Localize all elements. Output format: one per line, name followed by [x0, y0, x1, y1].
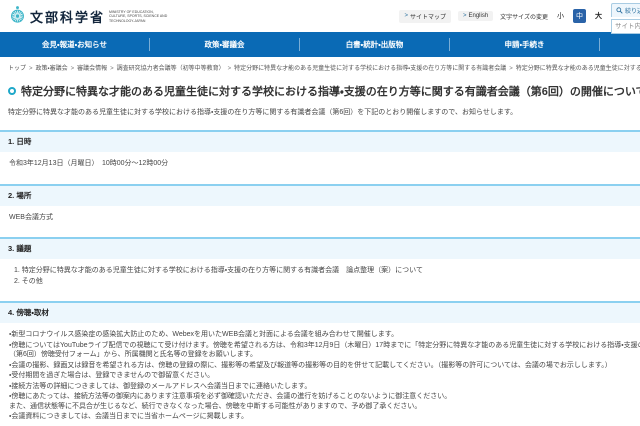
breadcrumb-link[interactable]: 特定分野に特異な才能のある児童生徒に対する学校における指導・支援の在り方等に関す…	[234, 66, 506, 72]
section-body: WEB会議方式	[0, 206, 640, 225]
advanced-search-label: 絞り込み検索	[625, 8, 640, 15]
section-text: 令和3年12月13日（月曜日） 10時00分～12時00分	[9, 160, 169, 167]
chevron-right-icon: >	[404, 13, 408, 19]
section: 4. 傍聴・取材・新型コロナウイルス感染症の感染拡大防止のため、Webexを用い…	[0, 301, 640, 424]
site-logo-link[interactable]: 文部科学省 MINISTRY OF EDUCATION, CULTURE, SP…	[9, 5, 171, 28]
site-search: 絞り込み検索	[611, 1, 640, 34]
sitemap-label: サイトマップ	[409, 14, 446, 21]
section: 1. 日時令和3年12月13日（月曜日） 10時00分～12時00分	[0, 130, 640, 171]
sitemap-link[interactable]: > サイトマップ	[399, 9, 451, 23]
section-text: ・受付期間を過ぎた場合は、登録できませんので御留意ください。	[9, 372, 215, 379]
page: 文部科学省 MINISTRY OF EDUCATION, CULTURE, SP…	[0, 0, 640, 426]
nav-separator	[599, 38, 600, 51]
title-bullet-icon	[8, 87, 16, 95]
breadcrumb-link[interactable]: 特定分野に特異な才能のある児童生徒に対する学校における指導・支援の在り方等に関す…	[516, 66, 640, 72]
section-text: ・接続方法等の詳細につきましては、御登録のメールアドレスへ会議当日までに連絡いた…	[9, 382, 312, 390]
breadcrumb-separator: >	[70, 66, 75, 72]
section-text: ・会議資料につきましては、会議当日までに当省ホームページに掲載します。	[9, 413, 248, 420]
section-text: ・傍聴についてはYouTubeライブ配信での視聴にて受け付けます。傍聴を希望され…	[9, 341, 640, 359]
page-title: 特定分野に特異な才能のある児童生徒に対する学校における指導・支援の在り方等に関す…	[8, 83, 640, 99]
section: 2. 場所 WEB会議方式	[0, 183, 640, 225]
page-viewport: 文部科学省 MINISTRY OF EDUCATION, CULTURE, SP…	[0, 0, 640, 426]
breadcrumb-separator: >	[509, 66, 513, 72]
logo-subtitle: MINISTRY OF EDUCATION, CULTURE, SPORTS, …	[109, 9, 168, 23]
section-text: 1. 特定分野に特異な才能のある児童生徒に対する学校における指導・支援の在り方等…	[14, 267, 423, 274]
intro-text: 特定分野に特異な才能のある児童生徒に対する学校における指導・支援の在り方等に関す…	[8, 109, 518, 116]
section-heading: 3. 議題	[0, 237, 640, 259]
font-size-large-button[interactable]: 大	[593, 10, 604, 22]
english-label: English	[468, 13, 489, 19]
main-nav: 会見・報道・お知らせ 政策・審議会 白書・統計・出版物 申請・手続き	[0, 32, 640, 57]
section-heading: 1. 日時	[0, 130, 640, 152]
font-size-label: 文字サイズの変更	[500, 14, 548, 21]
breadcrumb: トップ > 政策・審議会 > 審議会情報 > 調査研究協力者会議等（初等中等教育） > 特定分野…	[8, 63, 640, 72]
breadcrumb-link[interactable]: 調査研究協力者会議等（初等中等教育）	[117, 66, 225, 72]
section-text: WEB会議方式	[9, 213, 53, 221]
breadcrumb-link[interactable]: 審議会情報	[77, 66, 107, 72]
chevron-right-icon: >	[462, 13, 467, 19]
breadcrumb-separator: >	[110, 66, 114, 72]
search-input[interactable]	[611, 18, 640, 34]
search-icon	[616, 6, 623, 14]
mext-logo-icon	[9, 5, 26, 28]
advanced-search-tab[interactable]: 絞り込み検索	[611, 2, 640, 17]
nav-item[interactable]: 政策・審議会	[150, 39, 299, 50]
nav-item[interactable]: 会見・報道・お知らせ	[0, 39, 149, 50]
sections-container: 1. 日時令和3年12月13日（月曜日） 10時00分～12時00分 2. 場所 W…	[0, 130, 640, 424]
section-body: 令和3年12月13日（月曜日） 10時00分～12時00分	[0, 152, 640, 171]
section-heading: 4. 傍聴・取材	[0, 301, 640, 323]
font-size-small-button[interactable]: 小	[555, 10, 566, 22]
site-header: 文部科学省 MINISTRY OF EDUCATION, CULTURE, SP…	[0, 0, 640, 34]
nav-item[interactable]: 白書・統計・出版物	[300, 39, 449, 50]
section-text: ・傍聴にあたっては、接続方法等の御案内にあります注意事項を必ず御確認いただき、会…	[9, 393, 452, 410]
main-content: 特定分野に特異な才能のある児童生徒に対する学校における指導・支援の在り方等に関す…	[0, 83, 640, 426]
section-body: 1. 特定分野に特異な才能のある児童生徒に対する学校における指導・支援の在り方等…	[0, 259, 640, 288]
section-text: ・新型コロナウイルス感染症の感染拡大防止のため、Webexを用いたWEB会議と対…	[9, 331, 399, 338]
header-utilities: > サイトマップ > English 文字サイズの変更 小 中 大 絞り サイト…	[399, 0, 640, 34]
english-link[interactable]: > English	[457, 11, 494, 21]
section-heading: 2. 場所	[0, 183, 640, 206]
breadcrumb-separator: >	[29, 66, 33, 72]
section: 3. 議題 1. 特定分野に特異な才能のある児童生徒に対する学校における指導・支援…	[0, 237, 640, 288]
section-body: ・新型コロナウイルス感染症の感染拡大防止のため、Webexを用いたWEB会議と対…	[0, 323, 640, 424]
breadcrumb-link[interactable]: 政策・審議会	[36, 66, 68, 72]
breadcrumb-link[interactable]: トップ	[8, 66, 26, 72]
page-title-text: 特定分野に特異な才能のある児童生徒に対する学校における指導・支援の在り方等に関す…	[21, 86, 640, 98]
nav-item[interactable]: 申請・手続き	[450, 39, 599, 50]
section-text: 2. その他	[14, 277, 43, 285]
breadcrumb-separator: >	[227, 66, 232, 72]
logo-title: 文部科学省	[30, 10, 106, 25]
font-size-medium-button[interactable]: 中	[573, 9, 586, 23]
section-text: ・会議の撮影、録画又は録音を希望される方は、傍聴の登録の際に、撮影等の希望及び報…	[9, 361, 612, 369]
